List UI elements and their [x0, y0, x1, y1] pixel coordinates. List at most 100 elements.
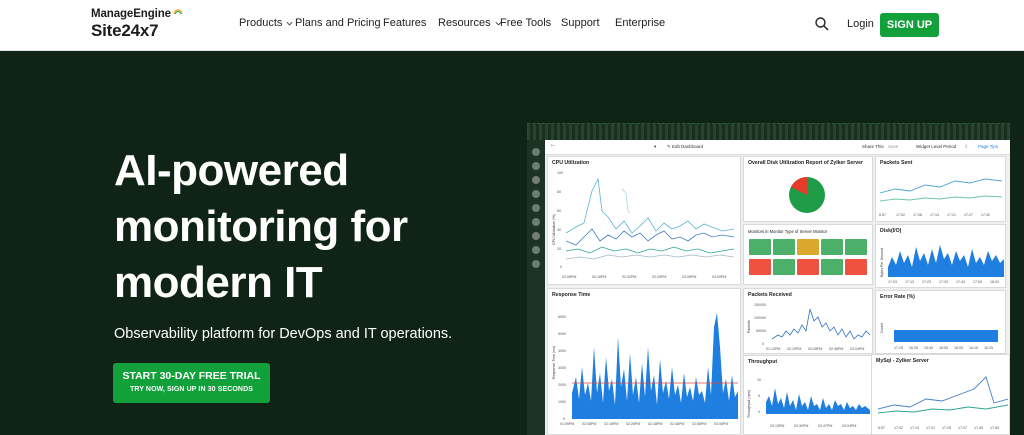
error-rate-bar — [894, 330, 998, 342]
x-tick: 01:59PM — [560, 422, 575, 426]
x-tick: 02:32PM — [622, 275, 637, 279]
packets-received-panel: Packets Received Packets 150000 100000 5… — [743, 288, 873, 354]
disk-pie-chart — [789, 177, 825, 213]
logo-arc-icon — [173, 9, 183, 15]
y-tick: 20 — [557, 247, 561, 251]
panel-title: Error Rate (%) — [880, 294, 915, 300]
cpu-series-line — [566, 177, 735, 234]
packets-sent-chart — [880, 178, 1003, 202]
start-free-trial-button[interactable]: START 30-DAY FREE TRIAL TRY NOW, SIGN UP… — [113, 363, 270, 403]
monitor-status-tile[interactable] — [773, 259, 795, 275]
y-tick: 4000 — [558, 349, 566, 353]
disk-io-area-chart — [888, 245, 1004, 277]
x-tick: 02:08PM — [562, 275, 577, 279]
sidebar-dot-icon — [532, 218, 540, 226]
axis-label: Packets — [747, 320, 751, 333]
sidebar-dot-icon — [532, 246, 540, 254]
monitor-status-tile[interactable] — [797, 259, 819, 275]
hero-title-line: modern IT — [114, 258, 323, 307]
sign-up-button[interactable]: SIGN UP — [880, 13, 939, 37]
sidebar-dot-icon — [532, 190, 540, 198]
theme-toggle-icon[interactable]: ☾ — [965, 144, 969, 150]
back-arrow-icon: ← — [550, 142, 556, 148]
mysql-panel: MySql - Zylker Server 6:57 17:02 17:13 1… — [871, 354, 1010, 435]
panel-title: Overall Disk Utilization Report of Zylke… — [748, 160, 864, 166]
nav-resources[interactable]: Resources — [438, 17, 503, 29]
hero-title: AI-powered monitoring for modern IT — [114, 143, 514, 311]
x-tick: 02:28PM — [626, 422, 641, 426]
axis-label: CPU Utilization (%) — [552, 214, 556, 245]
disk-io-panel: Disk(I/O) Bytes Per Second 17:03 17:13 1… — [875, 224, 1006, 288]
monitor-status-tile[interactable] — [797, 239, 819, 255]
monitor-status-tile[interactable] — [773, 239, 795, 255]
x-tick: 17:13 — [930, 213, 939, 217]
y-tick: 3000 — [558, 366, 566, 370]
logo-product: Site24x7 — [91, 21, 159, 40]
search-icon[interactable] — [814, 16, 830, 32]
cpu-utilization-panel: CPU Utilization CPU Utilization (%) 100 … — [547, 156, 741, 285]
y-tick: 0 — [758, 410, 760, 414]
monitor-status-tile[interactable] — [821, 239, 843, 255]
site24x7-logo[interactable]: ManageEngine Site24x7 — [91, 8, 191, 44]
response-time-panel: Response Time Response Time (ms) 6000 50… — [547, 288, 741, 435]
share-button[interactable]: Share This — [862, 144, 884, 149]
x-tick: 16:15 — [969, 346, 978, 350]
x-tick: 02:43PM — [652, 275, 667, 279]
page-tips-link[interactable]: Page Tips — [978, 144, 998, 149]
response-time-area — [572, 313, 738, 419]
x-tick: 6:57 — [879, 213, 886, 217]
y-tick: 0 — [560, 265, 562, 269]
x-tick: 18:03 — [990, 280, 999, 284]
nav-plans-and-pricing[interactable]: Plans and Pricing — [295, 17, 381, 29]
hero-title-line: monitoring for — [114, 202, 408, 251]
monitor-status-tile[interactable] — [821, 259, 843, 275]
monitor-status-tile[interactable] — [845, 239, 867, 255]
error-rate-panel: Error Rate (%) Count 17:25 16:35 15:45 1… — [875, 290, 1006, 354]
monitor-status-tile[interactable] — [749, 239, 771, 255]
sidebar-dot-icon — [532, 148, 540, 156]
x-tick: 02:16PM — [592, 275, 607, 279]
panel-title: Throughput — [748, 359, 778, 365]
hero-title-line: AI-powered — [114, 146, 349, 195]
save-button[interactable]: Save — [888, 144, 898, 149]
x-tick: 17:53 — [973, 280, 982, 284]
edit-dashboard-button[interactable]: ✎ Edit Dashboard — [667, 144, 703, 150]
sidebar-dot-icon — [532, 204, 540, 212]
y-tick: 60 — [557, 209, 561, 213]
cpu-line-chart — [566, 177, 735, 260]
monitor-status-tile[interactable] — [749, 259, 771, 275]
nav-features[interactable]: Features — [383, 17, 426, 29]
sidebar-dot-icon — [532, 162, 540, 170]
axis-label: Count — [880, 323, 884, 333]
disk-io-area — [888, 245, 1004, 277]
x-tick: 17:55 — [990, 426, 999, 430]
y-tick: 2000 — [558, 383, 566, 387]
panel-title: Monitors in Monitor Type of Server Monit… — [748, 229, 828, 234]
nav-products[interactable]: Products — [239, 17, 294, 29]
nav-support[interactable]: Support — [561, 17, 600, 29]
x-tick: 03:05PM — [682, 275, 697, 279]
y-tick: 1000 — [558, 400, 566, 404]
cta-secondary-label: TRY NOW, SIGN UP IN 30 SECONDS — [129, 386, 254, 393]
throughput-panel: Throughput Throughput (rpm) 10 5 0 02:13… — [743, 355, 873, 435]
nav-free-tools[interactable]: Free Tools — [500, 17, 551, 29]
y-tick: 100 — [557, 171, 563, 175]
y-tick: 5 — [758, 394, 760, 398]
panel-title: Disk(I/O) — [880, 228, 902, 234]
x-tick: 16:25 — [984, 346, 993, 350]
x-tick: 16:55 — [939, 346, 948, 350]
x-tick: 01:12PM — [766, 347, 781, 351]
panel-title: Packets Received — [748, 292, 792, 298]
sidebar-dot-icon — [532, 176, 540, 184]
period-select[interactable]: Widget Level Period — [916, 144, 956, 149]
x-tick: 17:43 — [956, 280, 965, 284]
y-tick: 80 — [557, 190, 561, 194]
edit-dashboard-label: Edit Dashboard — [672, 144, 704, 149]
x-tick: 17:13 — [910, 426, 919, 430]
login-link[interactable]: Login — [847, 18, 874, 30]
x-tick: 15:45 — [924, 346, 933, 350]
monitor-status-tile[interactable] — [845, 259, 867, 275]
nav-enterprise[interactable]: Enterprise — [615, 17, 665, 29]
x-tick: 17:23 — [922, 280, 931, 284]
nav-features-label: Features — [383, 17, 427, 29]
